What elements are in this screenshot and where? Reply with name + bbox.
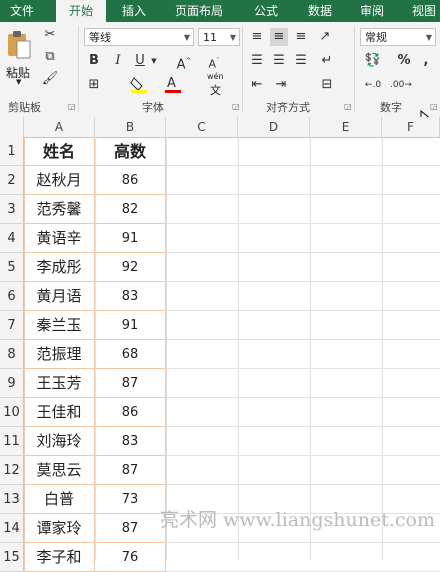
score-cell[interactable]: 91 [95, 224, 166, 253]
grid-line [238, 137, 239, 560]
row-header[interactable]: 4 [0, 224, 24, 253]
grid-line [382, 137, 383, 560]
table-header-cell[interactable]: 姓名 [24, 137, 95, 166]
row-header[interactable]: 14 [0, 514, 24, 543]
name-cell[interactable]: 王佳和 [24, 398, 95, 427]
row-header[interactable]: 11 [0, 427, 24, 456]
score-cell[interactable]: 92 [95, 253, 166, 282]
row-header[interactable]: 7 [0, 311, 24, 340]
worksheet-grid[interactable]: 1 2 3 4 5 6 7 8 9 10 11 12 13 14 15 姓名 高数 赵秋月 86 范秀馨 82 黄语辛 91… [0, 0, 440, 572]
name-cell[interactable]: 王玉芳 [24, 369, 95, 398]
name-cell[interactable]: 黄月语 [24, 282, 95, 311]
score-cell[interactable]: 83 [95, 282, 166, 311]
row-header[interactable]: 12 [0, 456, 24, 485]
name-cell[interactable]: 范秀馨 [24, 195, 95, 224]
table-header-cell[interactable]: 高数 [95, 137, 166, 166]
score-cell[interactable]: 73 [95, 485, 166, 514]
score-cell[interactable]: 76 [95, 543, 166, 572]
score-cell[interactable]: 68 [95, 340, 166, 369]
name-cell[interactable]: 刘海玲 [24, 427, 95, 456]
row-header[interactable]: 2 [0, 166, 24, 195]
table-border [24, 137, 25, 572]
row-header[interactable]: 13 [0, 485, 24, 514]
name-cell[interactable]: 谭家玲 [24, 514, 95, 543]
score-cell[interactable]: 83 [95, 427, 166, 456]
score-cell[interactable]: 82 [95, 195, 166, 224]
name-cell[interactable]: 黄语辛 [24, 224, 95, 253]
score-cell[interactable]: 87 [95, 456, 166, 485]
name-cell[interactable]: 赵秋月 [24, 166, 95, 195]
row-header[interactable]: 8 [0, 340, 24, 369]
score-cell[interactable]: 86 [95, 166, 166, 195]
name-cell[interactable]: 莫思云 [24, 456, 95, 485]
name-cell[interactable]: 白普 [24, 485, 95, 514]
row-header[interactable]: 6 [0, 282, 24, 311]
name-cell[interactable]: 秦兰玉 [24, 311, 95, 340]
score-cell[interactable]: 87 [95, 369, 166, 398]
row-header[interactable]: 3 [0, 195, 24, 224]
watermark: 亮术网 www.liangshunet.com [160, 509, 435, 531]
row-header[interactable]: 1 [0, 137, 24, 166]
grid-line [166, 137, 167, 560]
score-cell[interactable]: 86 [95, 398, 166, 427]
score-cell[interactable]: 91 [95, 311, 166, 340]
name-cell[interactable]: 李子和 [24, 543, 95, 572]
score-cell[interactable]: 87 [95, 514, 166, 543]
name-cell[interactable]: 范振理 [24, 340, 95, 369]
row-header[interactable]: 9 [0, 369, 24, 398]
row-header[interactable]: 5 [0, 253, 24, 282]
row-header[interactable]: 15 [0, 543, 24, 572]
name-cell[interactable]: 李成彤 [24, 253, 95, 282]
row-header[interactable]: 10 [0, 398, 24, 427]
grid-line [310, 137, 311, 560]
